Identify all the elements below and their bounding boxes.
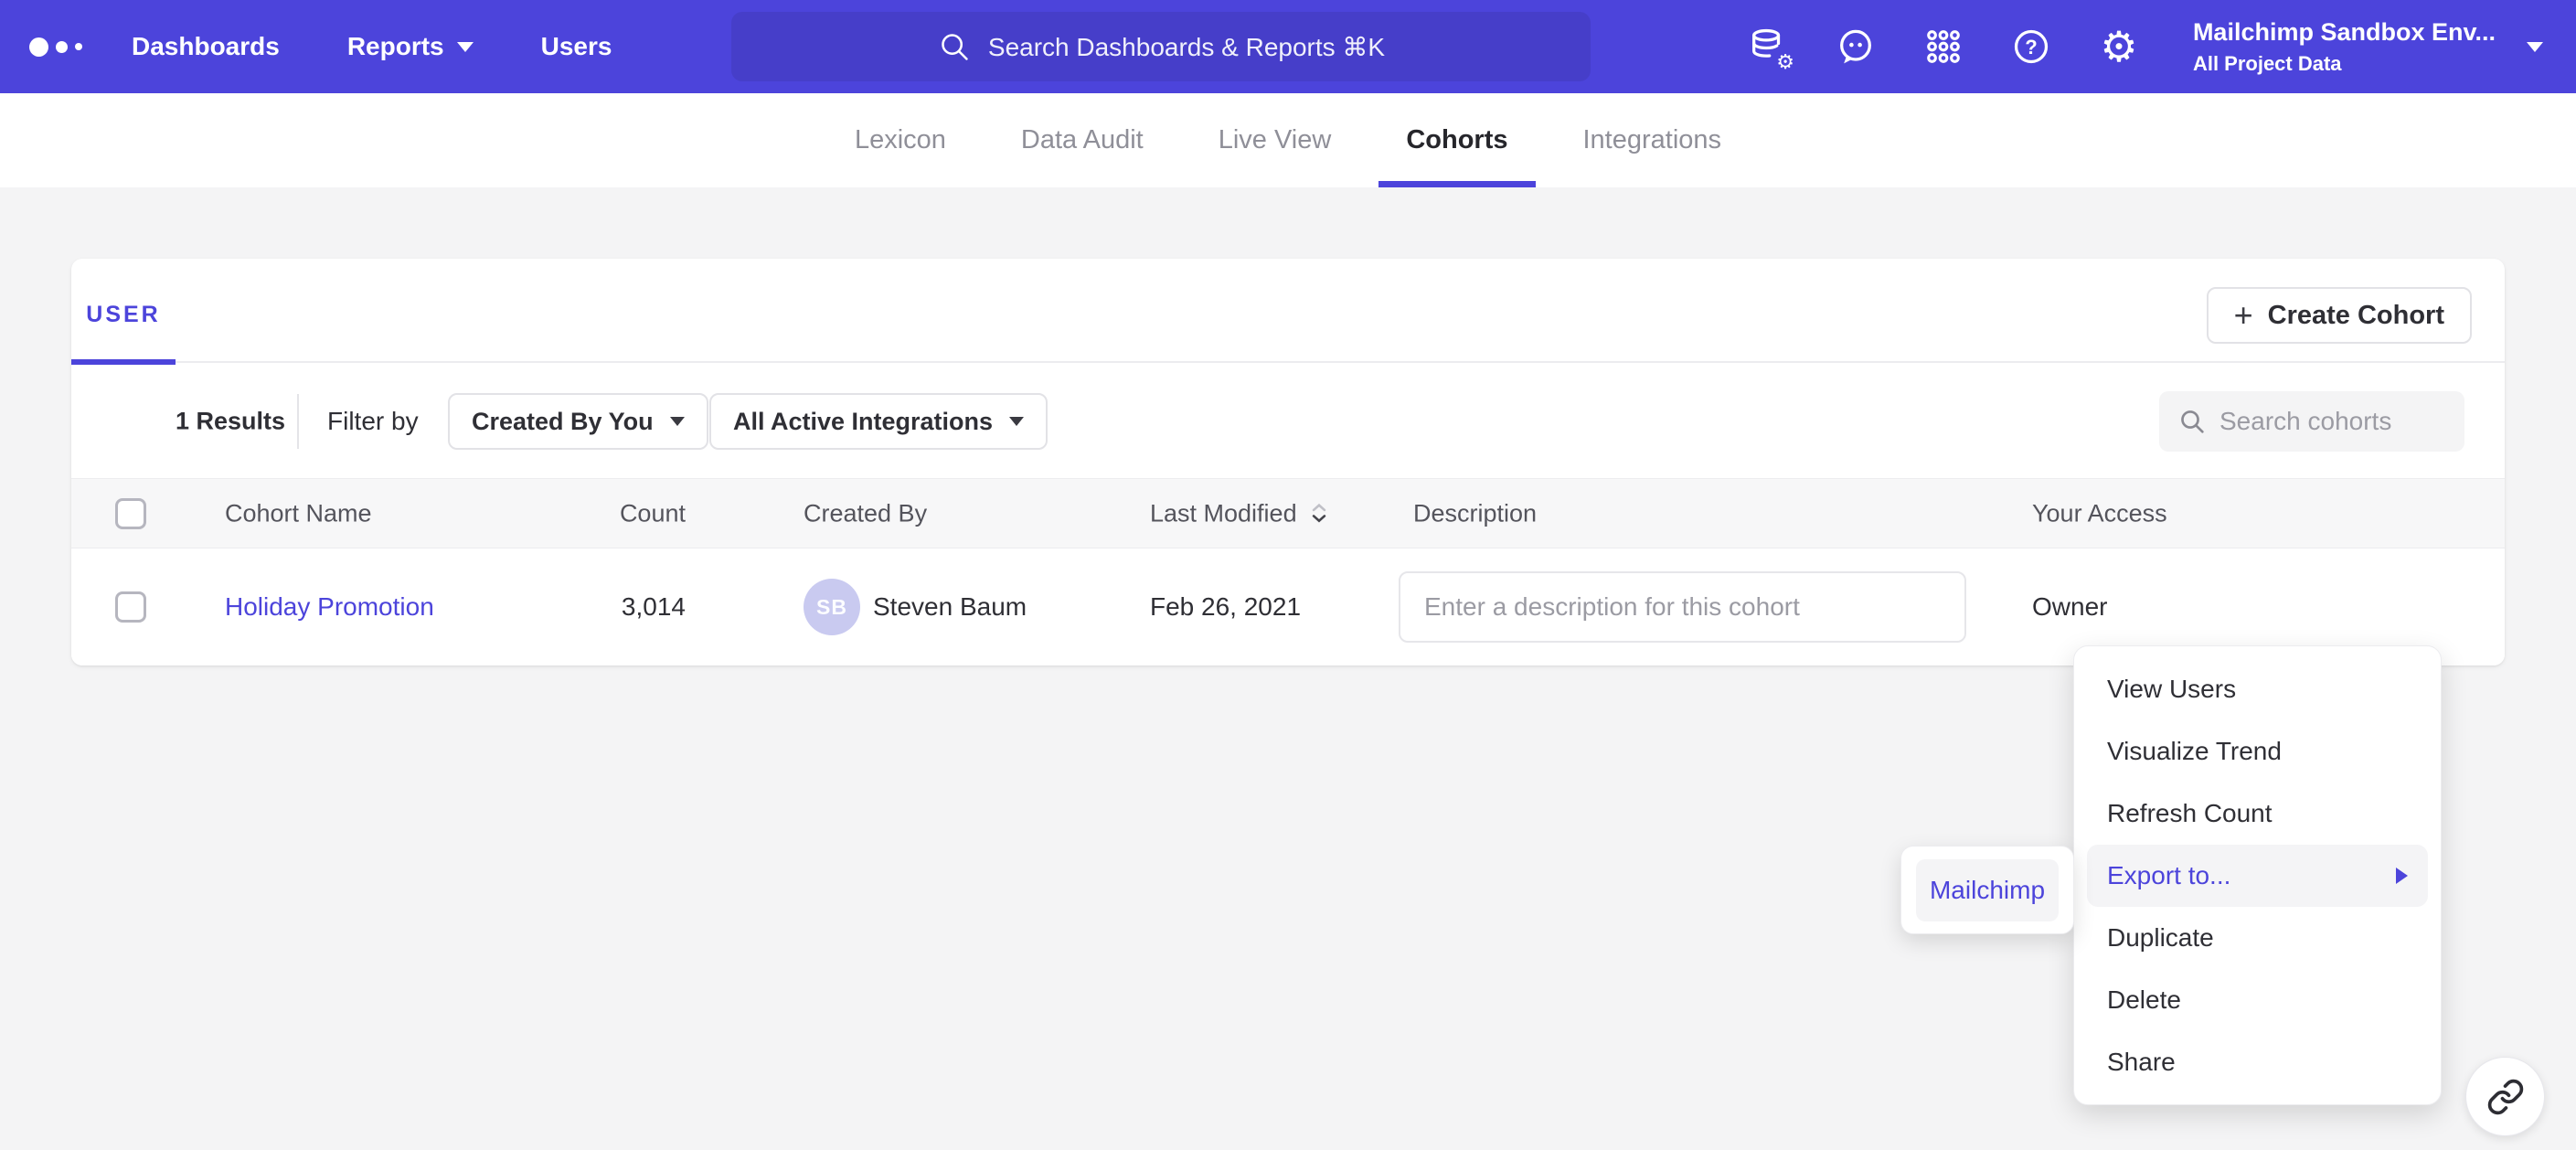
cohorts-panel: USER + Create Cohort 1 Results Filter by…	[71, 259, 2505, 666]
tab-cohorts[interactable]: Cohorts	[1378, 93, 1535, 187]
header-cohort-name: Cohort Name	[225, 499, 372, 527]
menu-item-share[interactable]: Share	[2074, 1031, 2441, 1093]
tab-user-cohorts[interactable]: USER	[71, 259, 176, 363]
table-header-row: Cohort Name Count Created By Last Modifi…	[71, 478, 2505, 548]
last-modified-date: Feb 26, 2021	[1150, 592, 1301, 622]
tab-lexicon[interactable]: Lexicon	[827, 93, 974, 187]
nav-link-dashboards[interactable]: Dashboards	[132, 32, 280, 61]
tab-integrations[interactable]: Integrations	[1556, 93, 1750, 187]
created-by-name: Steven Baum	[873, 592, 1027, 622]
menu-item-export-to[interactable]: Export to...	[2087, 845, 2428, 907]
global-search-placeholder: Search Dashboards & Reports ⌘K	[988, 32, 1385, 62]
header-created-by: Created By	[804, 499, 927, 527]
row-context-menu: View Users Visualize Trend Refresh Count…	[2073, 645, 2442, 1105]
top-navigation-bar: Dashboards Reports Users Search Dashboar…	[0, 0, 2576, 93]
menu-item-duplicate[interactable]: Duplicate	[2074, 907, 2441, 969]
link-icon	[2486, 1078, 2525, 1116]
chevron-down-icon	[1009, 417, 1024, 426]
row-checkbox[interactable]	[115, 591, 146, 623]
submenu-arrow-icon	[2396, 868, 2408, 884]
settings-gear-icon[interactable]: ⚙	[2096, 24, 2142, 69]
sort-icon	[1308, 502, 1330, 526]
cohort-count: 3,014	[464, 592, 686, 622]
create-cohort-button[interactable]: + Create Cohort	[2207, 287, 2472, 344]
copy-link-floating-button[interactable]	[2465, 1057, 2545, 1136]
header-last-modified[interactable]: Last Modified	[1150, 499, 1330, 527]
select-all-checkbox[interactable]	[115, 498, 146, 529]
filter-by-label: Filter by	[327, 407, 419, 436]
chevron-down-icon	[670, 417, 685, 426]
apps-grid-icon[interactable]	[1921, 24, 1966, 69]
export-submenu: Mailchimp	[1900, 846, 2074, 934]
primary-nav-links: Dashboards Reports Users	[132, 32, 612, 61]
svg-text:?: ?	[2025, 36, 2037, 59]
data-management-icon[interactable]: ⚙	[1745, 24, 1791, 69]
menu-item-visualize-trend[interactable]: Visualize Trend	[2074, 720, 2441, 783]
header-count: Count	[464, 499, 686, 527]
filter-integrations-dropdown[interactable]: All Active Integrations	[709, 393, 1048, 450]
tab-data-audit[interactable]: Data Audit	[994, 93, 1171, 187]
project-scope: All Project Data	[2193, 52, 2496, 76]
header-description: Description	[1413, 499, 1537, 527]
cohort-search-box	[2159, 391, 2464, 452]
access-value: Owner	[2032, 592, 2107, 622]
plus-icon: +	[2234, 302, 2253, 329]
tab-live-view[interactable]: Live View	[1191, 93, 1359, 187]
filter-created-by-dropdown[interactable]: Created By You	[448, 393, 708, 450]
menu-item-view-users[interactable]: View Users	[2074, 658, 2441, 720]
avatar: SB	[804, 579, 860, 635]
mixpanel-logo-icon[interactable]	[29, 37, 95, 57]
results-count: 1 Results	[176, 408, 285, 436]
mini-gear-icon: ⚙	[1776, 53, 1794, 73]
menu-item-delete[interactable]: Delete	[2074, 969, 2441, 1031]
divider	[297, 394, 299, 449]
help-icon[interactable]: ?	[2008, 24, 2054, 69]
search-icon	[2177, 407, 2207, 436]
project-name: Mailchimp Sandbox Env...	[2193, 18, 2496, 47]
description-input[interactable]	[1399, 571, 1966, 643]
topnav-right-cluster: ⚙ ? ⚙ Mailchimp Sandbox Env.	[1703, 0, 2549, 93]
nav-link-reports[interactable]: Reports	[347, 32, 474, 61]
cohort-search-input[interactable]	[2219, 407, 2446, 436]
secondary-navigation: Lexicon Data Audit Live View Cohorts Int…	[0, 93, 2576, 187]
submenu-item-mailchimp[interactable]: Mailchimp	[1916, 859, 2059, 921]
project-chevron-down-icon[interactable]	[2527, 42, 2543, 52]
chevron-down-icon	[457, 42, 474, 52]
panel-header: USER + Create Cohort	[71, 259, 2505, 363]
filter-toolbar: 1 Results Filter by Created By You All A…	[71, 365, 2505, 478]
project-selector[interactable]: Mailchimp Sandbox Env... All Project Dat…	[2193, 18, 2496, 76]
cohort-name-link[interactable]: Holiday Promotion	[225, 592, 434, 622]
header-your-access: Your Access	[2032, 499, 2167, 527]
nav-link-users[interactable]: Users	[541, 32, 612, 61]
menu-item-refresh-count[interactable]: Refresh Count	[2074, 783, 2441, 845]
search-icon	[937, 29, 972, 64]
global-search-button[interactable]: Search Dashboards & Reports ⌘K	[731, 12, 1591, 81]
feedback-icon[interactable]	[1833, 24, 1879, 69]
